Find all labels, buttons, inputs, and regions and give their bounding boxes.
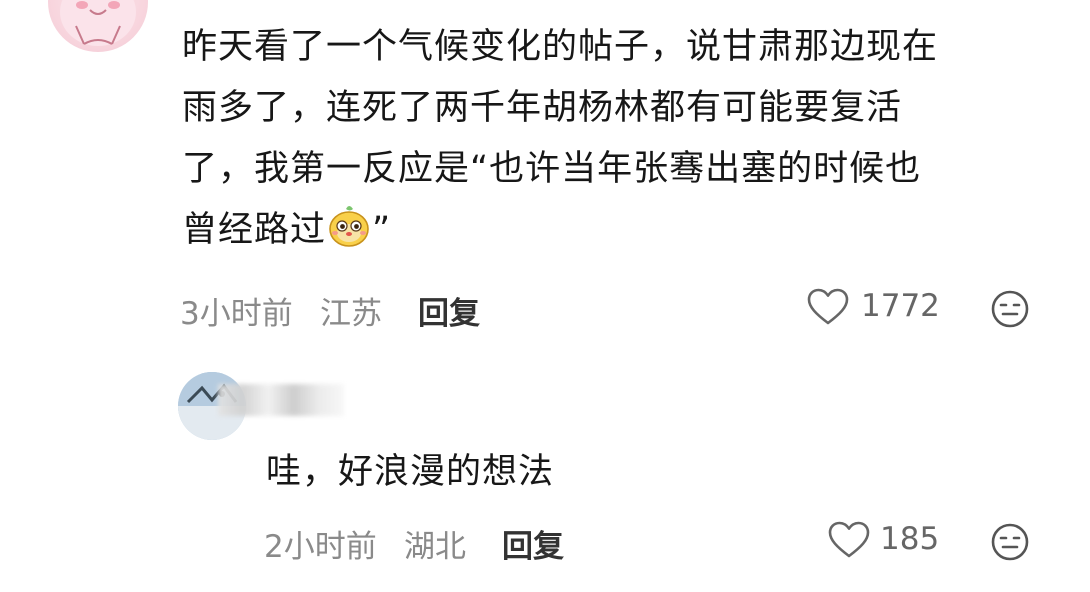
replier-username-blurred[interactable] [218, 384, 344, 416]
neutral-face-icon [991, 523, 1029, 561]
commenter-avatar[interactable] [48, 0, 148, 52]
comment-line-end: ” [372, 210, 392, 250]
like-button[interactable] [806, 287, 850, 327]
comment-line: 了，我第一反应是“也许当年张骞出塞的时候也 [182, 149, 922, 189]
heart-outline-icon [807, 288, 849, 325]
reply-reply-button[interactable]: 回复 [502, 521, 564, 566]
neutral-face-icon [991, 290, 1029, 328]
reply-like-button[interactable] [827, 520, 871, 560]
cute-face-sticker-icon [326, 203, 372, 249]
reply-body: 哇，好浪漫的想法 [266, 452, 555, 492]
cartoon-avatar-icon [60, 0, 136, 46]
heart-outline-icon [828, 521, 870, 558]
reply-location: 湖北 [404, 529, 466, 565]
comment-reply-button[interactable]: 回复 [418, 288, 480, 333]
comment-line: 曾经路过 ” [182, 200, 1052, 261]
comment-location: 江苏 [320, 296, 382, 332]
reply-timestamp: 2小时前 [264, 529, 377, 565]
comment-line-text: 曾经路过 [182, 210, 327, 250]
like-count: 1772 [861, 288, 940, 324]
comment-body: 昨天看了一个气候变化的帖子，说甘肃那边现在 雨多了，连死了两千年胡杨林都有可能要… [182, 17, 1052, 261]
comment-timestamp: 3小时前 [180, 296, 293, 332]
emoji-react-button[interactable] [990, 289, 1030, 329]
comment-line: 雨多了，连死了两千年胡杨林都有可能要复活 [182, 88, 903, 128]
reply-like-count: 185 [880, 521, 940, 557]
reply-emoji-react-button[interactable] [990, 522, 1030, 562]
comment-line: 昨天看了一个气候变化的帖子，说甘肃那边现在 [182, 27, 939, 67]
